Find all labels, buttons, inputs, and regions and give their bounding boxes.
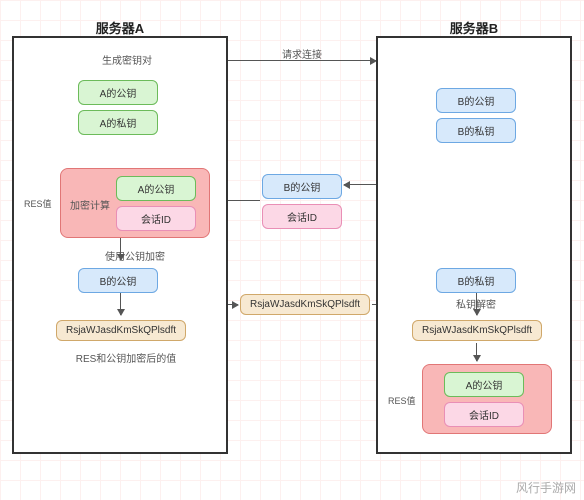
arrow-return-in1 [344,184,376,185]
arrow-req-label: 请求连接 [272,46,332,61]
watermark: 风行手游网 [516,479,576,496]
use-pubkey-label: 使用公钥加密 [90,248,180,263]
a-public-key-box: A的公钥 [78,80,158,105]
gen-keys-label: 生成密钥对 [92,52,162,67]
priv-decrypt-label: 私钥解密 [448,296,504,311]
serverB-inner-session: 会话ID [444,402,524,427]
arrow-a2 [120,291,121,315]
serverB-b-priv2-box: B的私钥 [436,268,516,293]
arrow-b2 [476,343,477,361]
mid-b-pub-box: B的公钥 [262,174,342,199]
serverB-inner-a-pub: A的公钥 [444,372,524,397]
mid-cipher-box: RsjaWJasdKmSkQPlsdft [240,294,370,315]
serverA-b-pub-box: B的公钥 [78,268,158,293]
inner-a-pub-box: A的公钥 [116,176,196,201]
compute-label: 加密计算 [68,197,112,212]
mid-session-box: 会话ID [262,204,342,229]
server-b-title: 服务器B [450,18,498,37]
server-a-title: 服务器A [96,18,144,37]
serverA-cipher-box: RsjaWJasdKmSkQPlsdft [56,320,186,341]
res-cipher-label: RES和公钥加密后的值 [66,350,186,365]
serverB-b-pub-box: B的公钥 [436,88,516,113]
a-private-key-box: A的私钥 [78,110,158,135]
serverB-b-priv-box: B的私钥 [436,118,516,143]
serverB-res-label: RES值 [388,394,416,407]
serverA-res-label: RES值 [24,197,52,210]
inner-session-box: 会话ID [116,206,196,231]
serverB-cipher-box: RsjaWJasdKmSkQPlsdft [412,320,542,341]
